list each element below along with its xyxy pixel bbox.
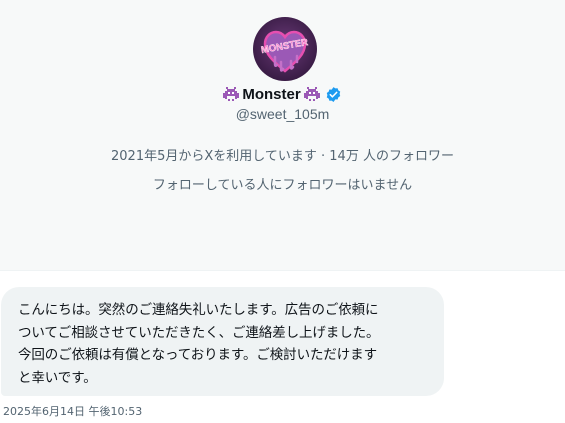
alien-monster-icon (223, 86, 240, 102)
message-text: こんにちは。突然のご連絡失礼いたします。広告のご依頼に ついてご相談させていただ… (18, 299, 428, 389)
message-line: こんにちは。突然のご連絡失礼いたします。広告のご依頼に (18, 302, 379, 318)
alien-monster-icon (303, 86, 320, 102)
message-line: と幸いです。 (18, 369, 97, 386)
conversation-profile-header: MONSTER Monster @sweet_105m 2021年5月からXを利… (0, 0, 565, 271)
verified-badge-icon (325, 86, 342, 103)
avatar-image: MONSTER (260, 30, 309, 73)
display-name-row[interactable]: Monster (0, 82, 565, 106)
joined-and-followers-text: 2021年5月からXを利用しています · 14万 人のフォロワー (111, 149, 454, 164)
followers-you-know-text[interactable]: フォローしている人にフォロワーはいません (0, 174, 565, 193)
avatar[interactable]: MONSTER (253, 17, 317, 81)
user-handle: @sweet_105m (235, 106, 330, 122)
message-line: 今回のご依頼は有償となっております。ご検討いただけます (18, 347, 377, 363)
message-line: ついてご相談させていただきたく、ご連絡差し上げました。 (18, 324, 380, 341)
display-name: Monster (242, 85, 301, 103)
message-bubble[interactable]: こんにちは。突然のご連絡失礼いたします。広告のご依頼に ついてご相談させていただ… (1, 287, 444, 396)
message-timestamp: 2025年6月14日 午後10:53 (3, 405, 143, 418)
